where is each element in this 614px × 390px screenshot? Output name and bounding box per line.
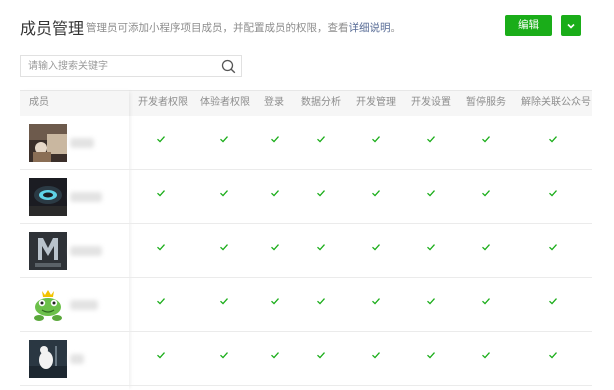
avatar (29, 286, 67, 324)
check-icon (317, 190, 325, 197)
check-icon (372, 136, 380, 143)
check-icon (220, 298, 228, 305)
check-icon (220, 190, 228, 197)
check-icon (271, 352, 279, 359)
member-name (70, 246, 102, 256)
column-header-tester: 体验者权限 (200, 97, 250, 108)
check-icon (482, 352, 490, 359)
check-icon (220, 352, 228, 359)
check-icon (482, 190, 490, 197)
member-name (70, 138, 94, 148)
check-icon (549, 298, 557, 305)
avatar (29, 340, 67, 378)
table-row (20, 332, 592, 386)
member-name (70, 192, 102, 202)
description-suffix: 。 (390, 22, 402, 34)
check-icon (220, 244, 228, 251)
check-icon (271, 298, 279, 305)
check-icon (157, 136, 165, 143)
table-row (20, 170, 592, 224)
check-icon (482, 136, 490, 143)
check-icon (220, 136, 228, 143)
check-icon (317, 298, 325, 305)
table-row (20, 224, 592, 278)
search-box[interactable] (20, 55, 242, 77)
check-icon (482, 244, 490, 251)
search-icon[interactable] (221, 59, 236, 74)
member-name (70, 354, 84, 364)
check-icon (549, 136, 557, 143)
column-header-login: 登录 (264, 97, 284, 108)
dropdown-button[interactable] (561, 15, 581, 36)
table-row (20, 116, 592, 170)
check-icon (157, 352, 165, 359)
check-icon (427, 352, 435, 359)
check-icon (427, 244, 435, 251)
check-icon (372, 352, 380, 359)
member-name (70, 300, 98, 310)
check-icon (427, 190, 435, 197)
check-icon (549, 190, 557, 197)
check-icon (427, 136, 435, 143)
page-title: 成员管理 (20, 21, 85, 38)
avatar (29, 232, 67, 270)
avatar (29, 124, 67, 162)
check-icon (271, 136, 279, 143)
check-icon (482, 298, 490, 305)
column-header-developer: 开发者权限 (138, 97, 188, 108)
check-icon (157, 190, 165, 197)
description-text: 管理员可添加小程序项目成员，并配置成员的权限，查看 (86, 22, 349, 34)
check-icon (271, 244, 279, 251)
avatar (29, 178, 67, 216)
check-icon (549, 244, 557, 251)
check-icon (157, 298, 165, 305)
check-icon (372, 298, 380, 305)
check-icon (549, 352, 557, 359)
chevron-down-icon (567, 23, 575, 29)
check-icon (271, 190, 279, 197)
check-icon (372, 190, 380, 197)
check-icon (372, 244, 380, 251)
check-icon (317, 136, 325, 143)
edit-button[interactable]: 编辑 (505, 15, 552, 36)
column-header-suspend: 暂停服务 (466, 97, 506, 108)
check-icon (317, 352, 325, 359)
search-input[interactable] (21, 56, 218, 76)
column-header-analytics: 数据分析 (301, 97, 341, 108)
column-header-dev-settings: 开发设置 (411, 97, 451, 108)
check-icon (427, 298, 435, 305)
check-icon (157, 244, 165, 251)
header-description: 管理员可添加小程序项目成员，并配置成员的权限，查看详细说明。 (86, 20, 401, 35)
column-header-dev-manage: 开发管理 (356, 97, 396, 108)
table-row (20, 278, 592, 332)
check-icon (317, 244, 325, 251)
column-header-unlink: 解除关联公众号 (521, 97, 591, 108)
details-link[interactable]: 详细说明 (349, 22, 391, 34)
